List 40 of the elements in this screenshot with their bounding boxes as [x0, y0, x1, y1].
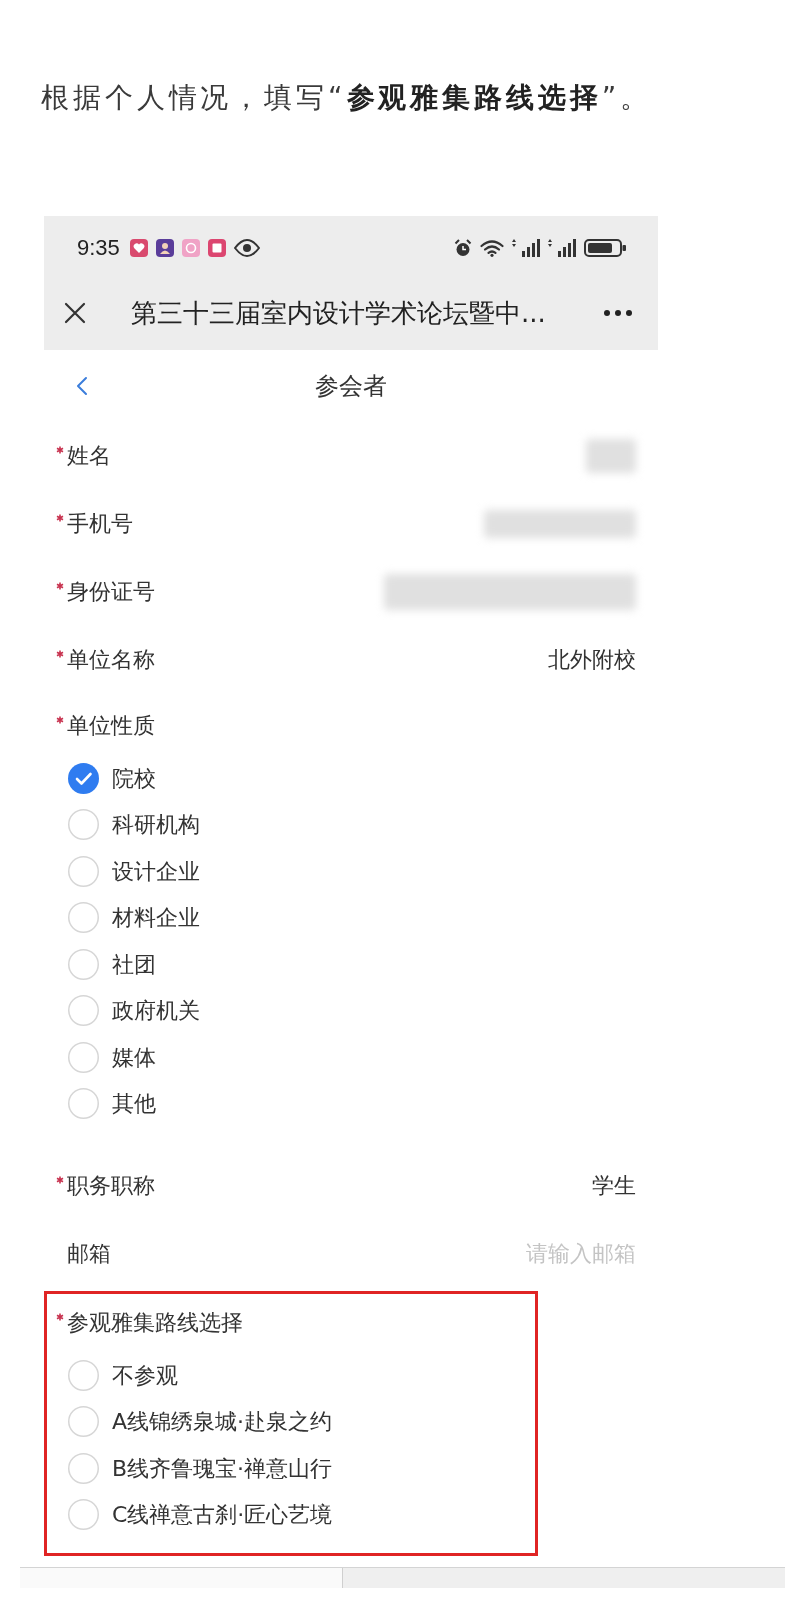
signal-icon — [512, 239, 540, 257]
radio-option[interactable]: B线齐鲁瑰宝·禅意山行 — [68, 1452, 333, 1484]
field-label: 职务职称 — [67, 1172, 155, 1200]
instruction-text: 根据个人情况，填写“参观雅集路线选择”。 — [41, 80, 653, 116]
field-label: 身份证号 — [67, 578, 155, 606]
text-input[interactable]: 北外附校 — [546, 645, 636, 675]
radio-option[interactable]: 不参观 — [68, 1359, 178, 1391]
field-label: 参观雅集路线选择 — [67, 1309, 243, 1337]
close-icon[interactable] — [64, 302, 86, 324]
text-input[interactable]: 请输入邮箱 — [524, 1239, 636, 1269]
page-title: 第三十三届室内设计学术论坛暨中... — [131, 297, 546, 329]
field-label: 手机号 — [67, 510, 133, 538]
field-label: 单位名称 — [67, 646, 155, 674]
radio-option[interactable]: 社团 — [68, 948, 156, 980]
app-icon — [181, 239, 200, 257]
radio-option[interactable]: 院校 — [68, 762, 156, 794]
signal-icon — [548, 239, 576, 257]
app-icon — [129, 239, 148, 257]
field-label: 邮箱 — [67, 1240, 111, 1268]
back-icon[interactable] — [76, 376, 88, 396]
battery-icon — [584, 238, 626, 258]
radio-option[interactable]: 政府机关 — [68, 995, 200, 1027]
field-label: 单位性质 — [67, 712, 155, 740]
radio-option[interactable]: 媒体 — [68, 1041, 156, 1073]
wifi-icon — [480, 239, 504, 257]
radio-option[interactable]: A线锦绣泉城·赴泉之约 — [68, 1406, 333, 1438]
radio-option[interactable]: 材料企业 — [68, 902, 200, 934]
radio-option[interactable]: C线禅意古刹·匠心艺境 — [68, 1499, 333, 1531]
more-icon[interactable] — [604, 310, 632, 316]
text-input[interactable]: 学生 — [590, 1171, 636, 1201]
app-icon — [207, 239, 226, 257]
radio-option[interactable]: 科研机构 — [68, 809, 200, 841]
field-label: 姓名 — [67, 442, 111, 470]
radio-option[interactable]: 设计企业 — [68, 855, 200, 887]
radio-option[interactable]: 其他 — [68, 1088, 156, 1120]
status-time: 9:35 — [77, 236, 120, 260]
eye-icon — [233, 239, 260, 257]
app-icon — [155, 239, 174, 257]
alarm-clock-icon — [454, 239, 472, 257]
nav-title: 参会者 — [315, 371, 387, 401]
